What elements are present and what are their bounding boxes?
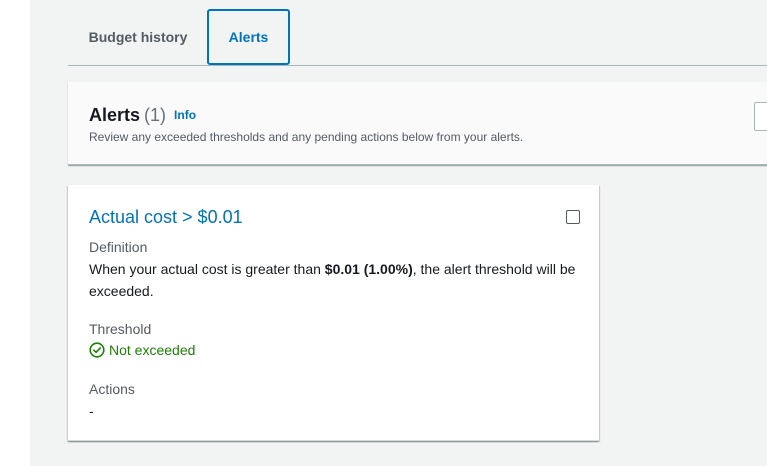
panel-action-button[interactable]	[754, 102, 767, 131]
alert-title-link[interactable]: Actual cost > $0.01	[89, 207, 243, 228]
alert-select-checkbox[interactable]	[566, 210, 580, 224]
definition-text-prefix: When your actual cost is greater than	[89, 261, 325, 277]
tab-budget-history-label: Budget history	[88, 29, 188, 45]
definition-label: Definition	[89, 239, 148, 255]
actions-value: -	[89, 403, 94, 419]
alert-card: Actual cost > $0.01 Definition When your…	[68, 185, 599, 441]
definition-threshold-amount: $0.01 (1.00%)	[324, 261, 413, 277]
threshold-status: Not exceeded	[89, 342, 195, 358]
actions-label: Actions	[89, 381, 135, 397]
info-link[interactable]: Info	[174, 108, 196, 122]
tab-divider	[68, 65, 767, 66]
tab-budget-history[interactable]: Budget history	[76, 9, 200, 65]
threshold-status-text: Not exceeded	[109, 342, 196, 358]
alerts-description: Review any exceeded thresholds and any p…	[89, 130, 524, 144]
check-circle-icon	[89, 342, 105, 358]
alerts-title: Alerts	[89, 105, 141, 125]
alerts-heading: Alerts (1) Info	[89, 105, 196, 126]
definition-value: When your actual cost is greater than $0…	[89, 258, 584, 302]
threshold-label: Threshold	[89, 321, 152, 337]
tab-alerts[interactable]: Alerts	[207, 9, 290, 65]
main-content: Budget history Alerts Alerts (1) Info Revi…	[30, 0, 767, 466]
alerts-header-panel: Alerts (1) Info Review any exceeded thresh…	[68, 82, 767, 165]
tab-alerts-label: Alerts	[228, 29, 269, 45]
alerts-count: (1)	[144, 105, 167, 125]
